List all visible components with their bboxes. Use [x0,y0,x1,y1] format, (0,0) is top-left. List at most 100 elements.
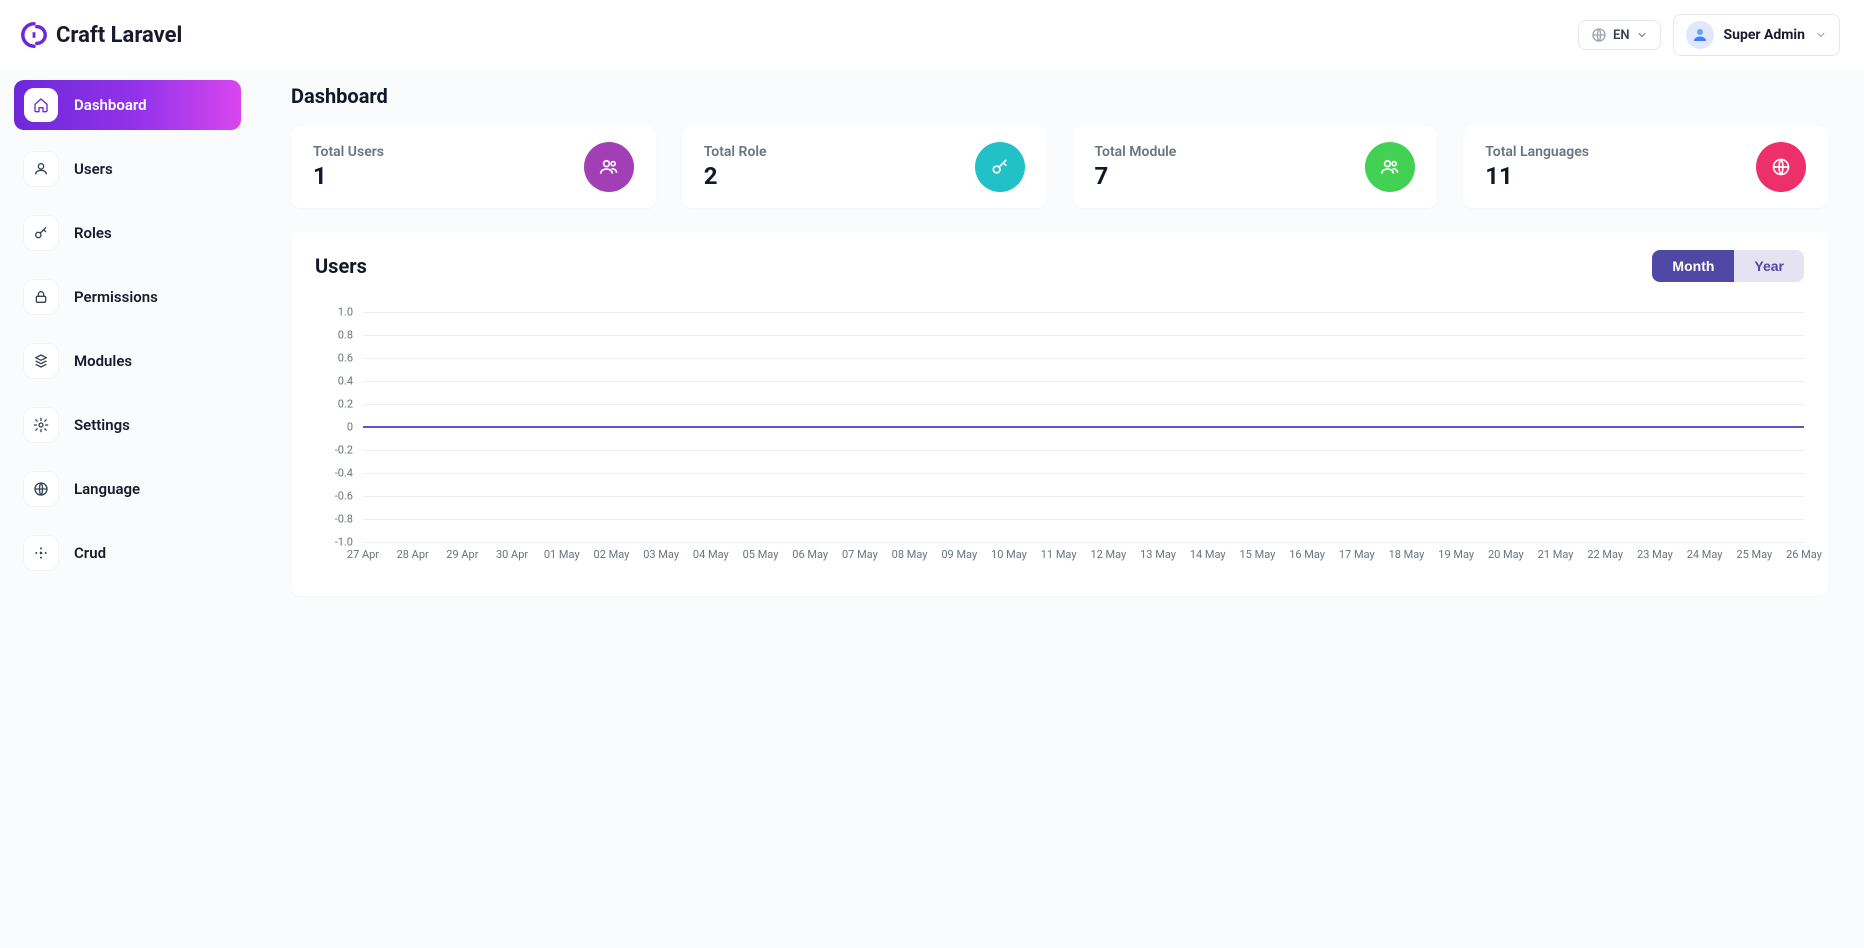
y-tick-label: 0.2 [338,398,353,411]
x-tick-label: 25 May [1736,548,1772,561]
language-switcher[interactable]: EN [1578,20,1661,50]
chart-series-line [363,426,1804,428]
x-tick-label: 17 May [1339,548,1375,561]
x-tick-label: 11 May [1041,548,1077,561]
sidebar-item-modules[interactable]: Modules [14,336,241,386]
x-tick-label: 03 May [643,548,679,561]
x-tick-label: 29 Apr [446,548,478,561]
sidebar-item-permissions[interactable]: Permissions [14,272,241,322]
stat-value: 7 [1095,162,1177,190]
stat-label: Total Users [313,144,384,160]
x-tick-label: 13 May [1140,548,1176,561]
x-tick-label: 28 Apr [397,548,429,561]
sidebar-item-dashboard[interactable]: Dashboard [14,80,241,130]
segment-year-button[interactable]: Year [1734,250,1804,282]
panel-title: Users [315,254,367,278]
stat-label: Total Module [1095,144,1177,160]
x-tick-label: 18 May [1389,548,1425,561]
brand-logo-icon [20,21,48,49]
stack-icon [24,344,58,378]
page-title: Dashboard [291,84,1828,108]
users-icon [584,142,634,192]
sidebar-item-label: Settings [74,416,130,434]
stat-value: 11 [1485,162,1589,190]
globe-icon [1591,27,1607,43]
sidebar-item-label: Dashboard [74,96,147,114]
y-tick-label: -0.4 [335,467,353,480]
x-tick-label: 19 May [1438,548,1474,561]
x-tick-label: 07 May [842,548,878,561]
x-tick-label: 23 May [1637,548,1673,561]
y-tick-label: -0.8 [335,513,353,526]
x-tick-label: 12 May [1090,548,1126,561]
stat-value: 1 [313,162,384,190]
stat-label: Total Role [704,144,767,160]
gear-icon [24,408,58,442]
sidebar: Dashboard Users Roles Permissions Modules Set… [0,70,255,948]
x-tick-label: 09 May [941,548,977,561]
topbar: Craft Laravel EN Super Admin [0,0,1864,70]
stat-card: Total Role 2 [682,126,1047,208]
x-tick-label: 10 May [991,548,1027,561]
y-tick-label: 1.0 [338,306,353,319]
user-icon [24,152,58,186]
x-tick-label: 15 May [1240,548,1276,561]
x-tick-label: 16 May [1289,548,1325,561]
sidebar-item-label: Modules [74,352,132,370]
x-tick-label: 08 May [892,548,928,561]
grid-line [363,496,1804,497]
grid-line [363,519,1804,520]
globe-icon [1756,142,1806,192]
y-tick-label: 0.4 [338,375,353,388]
users-icon [1365,142,1415,192]
x-tick-label: 02 May [594,548,630,561]
x-tick-label: 20 May [1488,548,1524,561]
y-tick-label: -0.6 [335,490,353,503]
user-icon [1691,26,1709,44]
sidebar-item-settings[interactable]: Settings [14,400,241,450]
sidebar-item-language[interactable]: Language [14,464,241,514]
grid-line [363,404,1804,405]
key-icon [24,216,58,250]
key-icon [975,142,1025,192]
x-tick-label: 30 Apr [496,548,528,561]
grid-line [363,381,1804,382]
user-menu[interactable]: Super Admin [1673,14,1840,56]
sidebar-item-label: Users [74,160,113,178]
x-tick-label: 01 May [544,548,580,561]
stat-card: Total Module 7 [1073,126,1438,208]
y-tick-label: -0.2 [335,444,353,457]
language-code: EN [1613,28,1630,43]
home-icon [24,88,58,122]
grid-line [363,335,1804,336]
grid-line [363,473,1804,474]
y-tick-label: -1.0 [335,536,353,549]
time-range-segment: Month Year [1652,250,1804,282]
grid-line [363,450,1804,451]
x-tick-label: 24 May [1687,548,1723,561]
x-tick-label: 26 May [1786,548,1822,561]
x-tick-label: 21 May [1538,548,1574,561]
y-tick-label: 0 [347,421,353,434]
crud-icon [24,536,58,570]
sidebar-item-roles[interactable]: Roles [14,208,241,258]
chevron-down-icon [1636,29,1648,41]
y-tick-label: 0.8 [338,329,353,342]
y-tick-label: 0.6 [338,352,353,365]
x-tick-label: 14 May [1190,548,1226,561]
grid-line [363,542,1804,543]
stat-label: Total Languages [1485,144,1589,160]
sidebar-item-label: Language [74,480,140,498]
x-tick-label: 22 May [1587,548,1623,561]
brand[interactable]: Craft Laravel [20,21,182,49]
users-chart: 1.00.80.60.40.20-0.2-0.4-0.6-0.8-1.0 27 … [315,312,1804,572]
segment-month-button[interactable]: Month [1652,250,1734,282]
x-tick-label: 27 Apr [347,548,379,561]
chevron-down-icon [1815,29,1827,41]
users-panel: Users Month Year 1.0 0.8 0.6 0.4 0.2 0 -0.2 -0.… [291,232,1828,596]
x-tick-label: 05 May [743,548,779,561]
sidebar-item-users[interactable]: Users [14,144,241,194]
stat-value: 2 [704,162,767,190]
sidebar-item-crud[interactable]: Crud [14,528,241,578]
sidebar-item-label: Permissions [74,288,158,306]
